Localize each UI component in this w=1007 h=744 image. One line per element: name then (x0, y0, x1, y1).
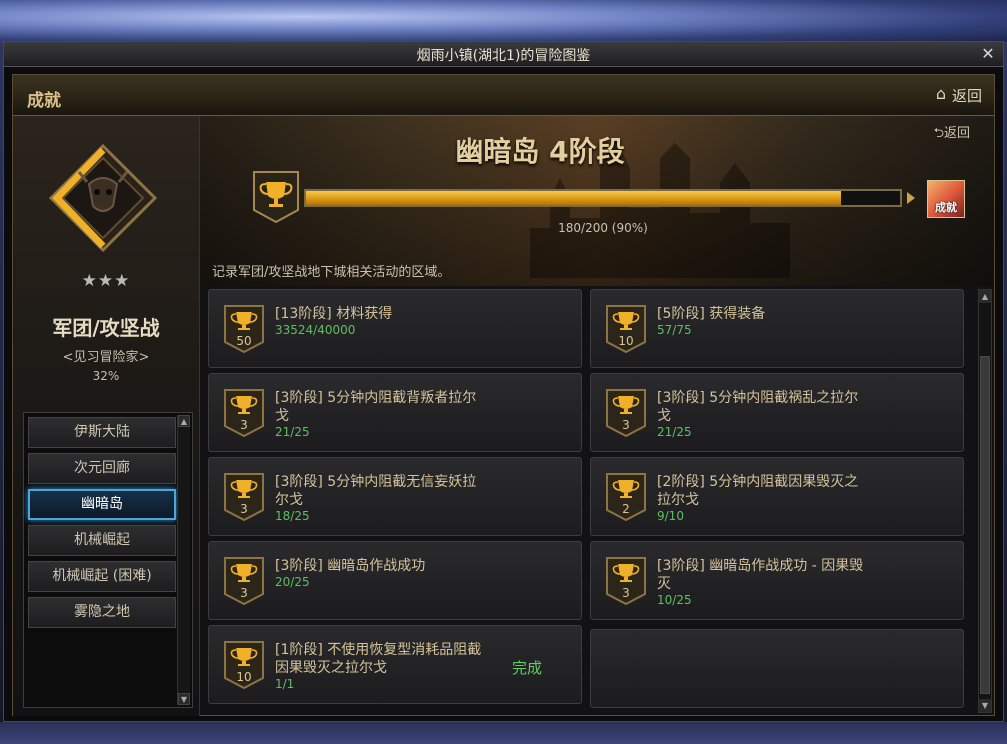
achievement-title: [3阶段] 幽暗岛作战成功 - 因果毁灭 (657, 558, 864, 592)
trophy-icon (253, 171, 299, 224)
detail-panel: ⮌返回 幽暗岛 4阶段 成就 180/200 (90%) 记录军团/攻坚战地下城… (200, 116, 994, 716)
banner-back-button[interactable]: ⮌返回 (934, 122, 970, 146)
trophy-badge-icon: 50 (223, 304, 265, 354)
section-header: 成就 ⌂ 返回 (13, 75, 994, 116)
scroll-down-icon[interactable]: ▼ (178, 693, 190, 705)
rank-stars: ★★★ (81, 271, 131, 291)
achievement-progress: 20/25 (275, 575, 310, 589)
badge-points: 50 (236, 334, 252, 348)
scroll-up-icon[interactable]: ▲ (979, 290, 991, 303)
trophy-badge-icon: 3 (223, 556, 265, 606)
adventure-codex-window: 烟雨小镇(湖北1)的冒险图鉴 ✕ 成就 ⌂ 返回 ★★★ 军团/攻坚战 <见习冒… (3, 41, 1004, 722)
achievement-card[interactable]: 2 [2阶段] 5分钟内阻截因果毁灭之拉尔戈 9/10 (590, 457, 964, 536)
achievement-list: 50 [13阶段] 材料获得 33524/40000 10 [5阶段] 获得装备 57/7… (208, 289, 992, 713)
stage-banner: ⮌返回 幽暗岛 4阶段 成就 180/200 (90%) 记录军团/攻坚战地下城… (200, 116, 994, 286)
legion-emblem-icon (49, 144, 157, 252)
scroll-down-icon[interactable]: ▼ (979, 699, 991, 712)
achievement-progress: 21/25 (657, 425, 692, 439)
achievement-card[interactable]: 3 [3阶段] 5分钟内阻截祸乱之拉尔戈 21/25 (590, 373, 964, 452)
scroll-thumb[interactable] (980, 356, 990, 694)
nav-item-mechanical-rise[interactable]: 机械崛起 (28, 525, 176, 556)
stage-progress-text: 180/200 (90%) (558, 221, 648, 235)
nav-item-dimension-corridor[interactable]: 次元回廊 (28, 453, 176, 484)
achievement-title: [3阶段] 幽暗岛作战成功 (275, 558, 426, 574)
category-name: 军团/攻坚战 (52, 316, 160, 340)
nav-item-dark-island[interactable]: 幽暗岛 (28, 489, 176, 520)
achievement-card[interactable]: 3 [3阶段] 5分钟内阻截背叛者拉尔戈 21/25 (208, 373, 582, 452)
trophy-badge-icon: 3 (223, 472, 265, 522)
stage-progress-bar (304, 189, 902, 207)
badge-points: 3 (622, 586, 630, 600)
achievement-progress: 10/25 (657, 593, 692, 607)
category-rank-title: <见习冒险家> (62, 350, 150, 365)
window-titlebar[interactable]: 烟雨小镇(湖北1)的冒险图鉴 ✕ (4, 42, 1003, 67)
achievement-title: [3阶段] 5分钟内阻截无信妄妖拉尔戈 (275, 474, 477, 508)
badge-points: 10 (618, 334, 634, 348)
badge-points: 3 (240, 418, 248, 432)
window-title: 烟雨小镇(湖北1)的冒险图鉴 (416, 48, 591, 64)
nav-item-mechanical-rise-hard[interactable]: 机械崛起 (困难) (28, 561, 176, 592)
achievement-title: [13阶段] 材料获得 (275, 306, 393, 322)
achievement-card[interactable]: 50 [13阶段] 材料获得 33524/40000 (208, 289, 582, 368)
achievement-progress: 18/25 (275, 509, 310, 523)
progress-arrow-icon (907, 192, 915, 204)
stage-description: 记录军团/攻坚战地下城相关活动的区域。 (212, 265, 451, 280)
trophy-badge-icon: 3 (223, 388, 265, 438)
achievement-card[interactable]: 10 [1阶段] 不使用恢复型消耗品阻截因果毁灭之拉尔戈 1/1 完成 (208, 625, 582, 704)
achievement-title: [5阶段] 获得装备 (657, 306, 766, 322)
category-percent: 32% (92, 369, 120, 383)
achievement-progress: 1/1 (275, 677, 295, 691)
trophy-badge-icon: 3 (605, 556, 647, 606)
section-title: 成就 (27, 91, 61, 111)
stage-title: 幽暗岛 4阶段 (455, 135, 625, 168)
trophy-badge-icon: 2 (605, 472, 647, 522)
achievement-title: [3阶段] 5分钟内阻截背叛者拉尔戈 (275, 390, 477, 424)
trophy-badge-icon: 10 (223, 640, 265, 690)
back-button[interactable]: 返回 (952, 85, 982, 106)
achievement-progress: 9/10 (657, 509, 684, 523)
nav-scrollbar[interactable]: ▲ ▼ (177, 415, 190, 705)
reward-item[interactable]: 成就 (927, 180, 965, 218)
complete-label: 完成 (512, 659, 543, 677)
dungeon-nav-list: 伊斯大陆 次元回廊 幽暗岛 机械崛起 机械崛起 (困难) 雾隐之地 ▲ ▼ (23, 412, 193, 708)
achievement-title: [1阶段] 不使用恢复型消耗品阻截因果毁灭之拉尔戈 (275, 642, 482, 676)
achievement-card[interactable]: 10 [5阶段] 获得装备 57/75 (590, 289, 964, 368)
stage-progress-fill (306, 191, 841, 205)
badge-points: 3 (240, 586, 248, 600)
badge-points: 3 (622, 418, 630, 432)
achievement-title: [2阶段] 5分钟内阻截因果毁灭之拉尔戈 (657, 474, 859, 508)
background-bottom (0, 722, 1007, 744)
achievement-progress: 21/25 (275, 425, 310, 439)
trophy-badge-icon: 3 (605, 388, 647, 438)
achievement-title: [3阶段] 5分钟内阻截祸乱之拉尔戈 (657, 390, 859, 424)
achievement-progress: 33524/40000 (275, 323, 356, 337)
nav-item-misty-land[interactable]: 雾隐之地 (28, 597, 176, 628)
reward-label: 成就 (935, 201, 957, 214)
close-icon[interactable]: ✕ (979, 45, 997, 63)
home-icon[interactable]: ⌂ (936, 84, 946, 103)
badge-points: 2 (622, 502, 630, 516)
achievement-frame: 成就 ⌂ 返回 ★★★ 军团/攻坚战 <见习冒险家> 32% 伊斯大陆 次元回廊… (12, 74, 995, 716)
badge-points: 3 (240, 502, 248, 516)
achievement-progress: 57/75 (657, 323, 692, 337)
list-scrollbar[interactable]: ▲ ▼ (978, 289, 992, 713)
trophy-badge-icon: 10 (605, 304, 647, 354)
nav-item-isda[interactable]: 伊斯大陆 (28, 417, 176, 448)
achievement-card[interactable]: 3 [3阶段] 5分钟内阻截无信妄妖拉尔戈 18/25 (208, 457, 582, 536)
achievement-card[interactable]: 3 [3阶段] 幽暗岛作战成功 - 因果毁灭 10/25 (590, 541, 964, 620)
badge-points: 10 (236, 670, 252, 684)
category-panel: ★★★ 军团/攻坚战 <见习冒险家> 32% 伊斯大陆 次元回廊 幽暗岛 机械崛… (13, 116, 200, 716)
achievement-card[interactable]: 3 [3阶段] 幽暗岛作战成功 20/25 (208, 541, 582, 620)
background-sky (0, 0, 1007, 42)
empty-card-slot (590, 629, 964, 708)
scroll-up-icon[interactable]: ▲ (178, 415, 190, 427)
